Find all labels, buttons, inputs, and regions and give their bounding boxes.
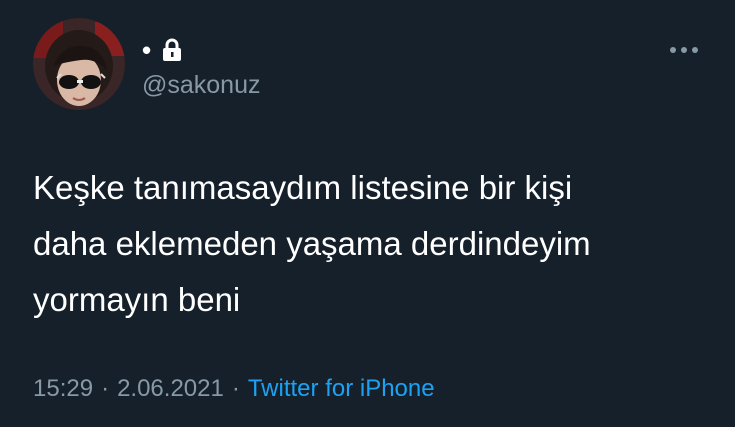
- tweet-time[interactable]: 15:29: [33, 375, 93, 402]
- lock-icon: [161, 38, 183, 62]
- more-horizontal-icon[interactable]: [666, 40, 702, 60]
- tweet-text-line: daha eklemeden yaşama derdindeyim: [33, 225, 591, 262]
- tweet-source-link[interactable]: Twitter for iPhone: [248, 375, 435, 402]
- tweet-card: • @sakonuz Keşke tanımasaydım listesine …: [0, 0, 735, 427]
- avatar[interactable]: [33, 18, 125, 110]
- tweet-text-line: yormayın beni: [33, 281, 241, 318]
- meta-separator: ·: [231, 375, 240, 402]
- tweet-text: Keşke tanımasaydım listesine bir kişi da…: [33, 160, 713, 328]
- tweet-text-line: Keşke tanımasaydım listesine bir kişi: [33, 169, 573, 206]
- tweet-meta: 15:29 · 2.06.2021 · Twitter for iPhone: [33, 372, 435, 406]
- avatar-image: [33, 18, 125, 110]
- author-name-row: •: [142, 36, 183, 64]
- tweet-date[interactable]: 2.06.2021: [117, 375, 224, 402]
- meta-separator: ·: [101, 375, 110, 402]
- display-name[interactable]: •: [142, 37, 151, 63]
- author-handle[interactable]: @sakonuz: [142, 70, 261, 100]
